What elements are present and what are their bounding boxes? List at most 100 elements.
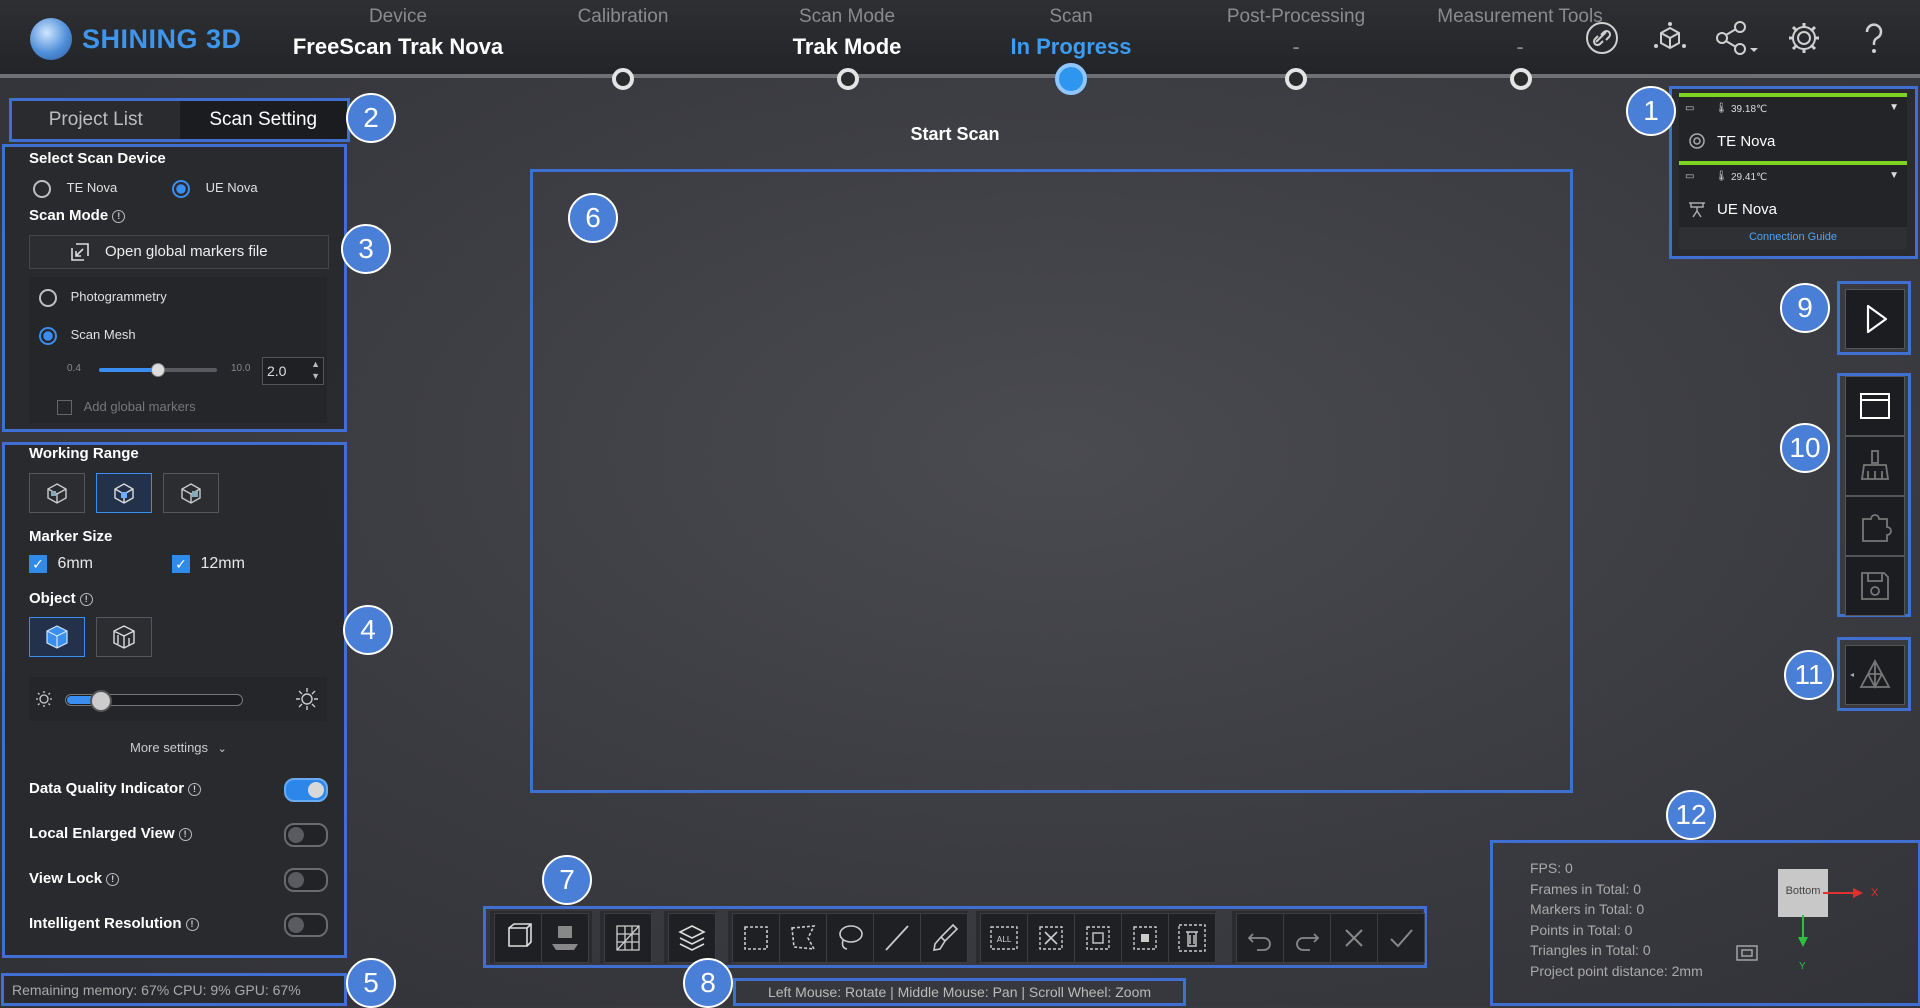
spin-down-icon[interactable]: ▼ [311,371,320,381]
x-axis-label: X [1871,887,1879,899]
step-device[interactable]: Device FreeScan Trak Nova [278,6,518,60]
window-panel-button[interactable] [1845,376,1905,436]
gear-icon[interactable] [1786,20,1822,56]
viewport-title: Start Scan [910,124,1000,144]
polygon-select-button[interactable] [779,913,827,963]
object-solid-button[interactable] [29,617,85,657]
step-node-calibration[interactable] [612,68,634,90]
mode-photogrammetry[interactable]: Photogrammetry [39,289,167,307]
info-icon[interactable]: ! [178,827,192,841]
clean-button[interactable] [1845,436,1905,496]
help-icon[interactable] [1856,20,1892,56]
redo-button[interactable] [1283,913,1331,963]
step-post-processing[interactable]: Post-Processing - [1176,6,1416,60]
mesh-mode-button[interactable] [1845,645,1905,705]
local-enlarged-toggle[interactable] [284,823,328,847]
step-scan[interactable]: Scan In Progress [951,6,1191,60]
radio-icon[interactable] [33,180,51,198]
dropdown-arrow-icon[interactable]: ▼ [1889,170,1899,181]
radio-icon[interactable] [39,289,57,307]
x-axis-arrow [1823,888,1863,898]
orientation-cube[interactable]: Bottom [1778,869,1828,917]
object-title: Object! [29,590,93,607]
solid-cube-icon [46,625,68,649]
step-scan-mode[interactable]: Scan Mode Trak Mode [727,6,967,60]
brightness-slider[interactable] [65,690,243,712]
save-button[interactable] [1845,556,1905,616]
checkbox-icon[interactable] [57,400,72,416]
base-plane-button[interactable] [541,913,589,963]
view-lock-toggle[interactable] [284,868,328,892]
deselect-button[interactable] [1027,913,1075,963]
stat-triangles: Triangles in Total: 0 [1530,942,1651,958]
step-label: Calibration [577,6,669,27]
marker-12mm-option[interactable]: ✓ 12mm [172,555,245,573]
layers-button[interactable] [668,913,716,963]
dropdown-arrow-icon[interactable]: ▼ [1889,102,1899,113]
device-card-ue[interactable]: ▭ 🌡︎ 29.41℃ ▼ UE Nova [1679,161,1907,235]
line-select-button[interactable] [873,913,921,963]
more-settings-link[interactable]: More settings ⌄ [130,740,227,755]
mode-scan-mesh[interactable]: Scan Mesh [39,327,136,345]
range-near-button[interactable] [29,473,85,513]
link-icon[interactable] [1584,20,1620,56]
brush-select-button[interactable] [920,913,968,963]
object-hollow-button[interactable] [96,617,152,657]
checkbox-checked-icon[interactable]: ✓ [172,555,190,573]
cube-network-icon[interactable] [1652,20,1688,56]
device-option-te[interactable]: TE Nova [33,180,117,198]
toggle-label: View Lock [29,870,103,887]
step-node-measurement[interactable] [1510,68,1532,90]
info-icon[interactable]: ! [112,209,126,223]
device-card-te[interactable]: ▭ 🌡︎ 39.18℃ ▼ TE Nova [1679,93,1907,169]
resolution-slider[interactable] [99,363,217,377]
intelligent-resolution-toggle[interactable] [284,913,328,937]
mesh-view-button[interactable] [604,913,652,963]
resolution-input[interactable]: 2.0 ▲ ▼ [262,357,324,385]
connected-select-button[interactable] [1121,913,1169,963]
start-scan-button[interactable] [1845,289,1905,349]
select-all-button[interactable]: ALL [980,913,1028,963]
data-quality-toggle[interactable] [284,778,328,802]
rect-select-button[interactable] [732,913,780,963]
callout-marker: 5 [346,958,396,1008]
slider-thumb[interactable] [151,363,165,377]
info-icon[interactable]: ! [106,872,120,886]
step-node-scan[interactable] [1055,63,1087,95]
spin-up-icon[interactable]: ▲ [311,359,320,369]
undo-button[interactable] [1236,913,1284,963]
view-box-button[interactable] [494,913,542,963]
working-range-title: Working Range [29,445,139,462]
step-node-scan-mode[interactable] [837,68,859,90]
add-markers-option[interactable]: Add global markers [57,399,196,416]
info-icon[interactable]: ! [185,917,199,931]
confirm-button[interactable] [1377,913,1425,963]
device-name: TE Nova [1717,133,1776,150]
info-icon[interactable]: ! [79,592,93,606]
delete-selection-button[interactable] [1168,913,1216,963]
open-markers-button[interactable]: Open global markers file [29,235,329,269]
device-temp: 29.41℃ [1731,172,1768,183]
step-node-post-processing[interactable] [1285,68,1307,90]
scan-mode-options: Photogrammetry Scan Mesh 0.4 10.0 2.0 ▲ … [29,277,327,423]
marker-6mm-option[interactable]: ✓ 6mm [29,555,93,573]
device-option-ue[interactable]: UE Nova [172,180,258,198]
fit-view-icon[interactable] [1735,943,1759,963]
share-icon[interactable] [1714,20,1760,56]
add-markers-label: Add global markers [83,399,196,414]
connection-guide-link[interactable]: Connection Guide [1679,227,1907,249]
info-icon[interactable]: ! [188,782,202,796]
radio-selected-icon[interactable] [39,327,57,345]
merge-button[interactable] [1845,496,1905,556]
step-calibration[interactable]: Calibration [503,6,743,34]
invert-select-button[interactable] [1074,913,1122,963]
range-medium-button[interactable] [96,473,152,513]
scan-viewport[interactable] [530,169,1573,793]
range-far-button[interactable] [163,473,219,513]
callout-marker: 4 [343,605,393,655]
lasso-select-button[interactable] [826,913,874,963]
radio-selected-icon[interactable] [172,180,190,198]
cancel-button[interactable] [1330,913,1378,963]
checkbox-checked-icon[interactable]: ✓ [29,555,47,573]
slider-thumb[interactable] [90,690,112,712]
